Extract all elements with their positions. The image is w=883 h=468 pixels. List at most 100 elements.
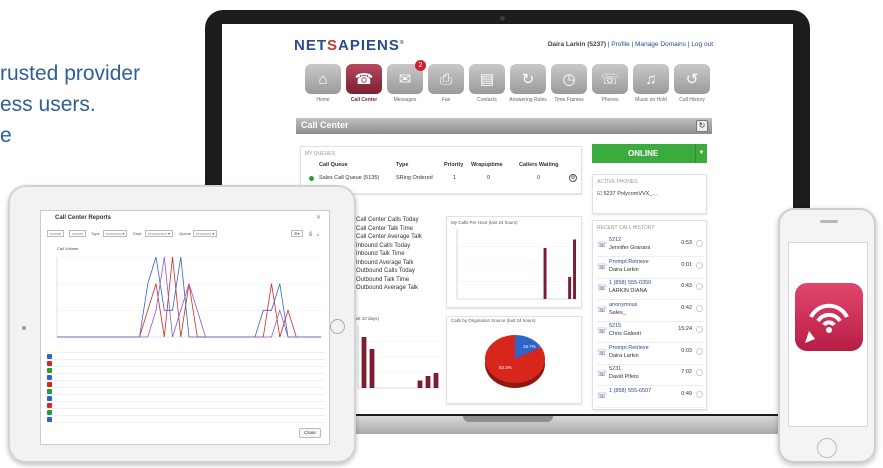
history-item[interactable]: ☏ Prompt Retrieve Daira Larkin 0:03: [597, 345, 704, 365]
origination-panel: Calls by Origination Source (last 24 hou…: [446, 316, 582, 404]
table-row[interactable]: [47, 388, 325, 395]
col-priority: Priority: [444, 162, 464, 168]
nav-item-8[interactable]: ♫ Music on Hold: [632, 64, 670, 103]
clock-icon: ◷: [562, 70, 576, 88]
table-row[interactable]: [47, 395, 325, 402]
history-number[interactable]: Prompt Retrieve: [609, 259, 649, 265]
nav-button[interactable]: ↻: [510, 64, 546, 94]
date-from-field[interactable]: ▭▭▭: [47, 230, 65, 237]
history-number[interactable]: 1 (858) 555-0350: [609, 280, 651, 286]
nav-item-0[interactable]: ⌂ Home: [304, 64, 342, 103]
download-icon[interactable]: ⤓: [317, 231, 319, 236]
refresh-button[interactable]: ↻: [696, 120, 708, 132]
online-status-button[interactable]: ONLINE ▼: [592, 144, 707, 163]
profile-link[interactable]: Profile: [611, 41, 629, 48]
netsapiens-logo[interactable]: NETSAPIENS®: [294, 37, 405, 54]
history-item[interactable]: ☏ anonymous Sales_ 0:42: [597, 302, 704, 322]
settings-icon[interactable]: ⚙▾: [291, 230, 303, 237]
stat-label: Outbound Talk Time: [356, 276, 410, 283]
history-number[interactable]: 5231: [609, 366, 621, 372]
history-name: Daira Larkin: [609, 352, 639, 359]
dept-filter-select[interactable]: ▭▭▭▭▭ ▾: [145, 230, 174, 237]
history-number[interactable]: 5215: [609, 323, 621, 329]
history-item[interactable]: ☏ Prompt Retrieve Daira Larkin 0:01: [597, 259, 704, 279]
table-row[interactable]: [47, 402, 325, 409]
online-label: ONLINE: [628, 149, 659, 158]
nav-item-4[interactable]: ▤ Contacts: [468, 64, 506, 103]
bar: [568, 276, 572, 299]
nav-button[interactable]: ♫: [633, 64, 669, 94]
nav-button[interactable]: ✉ 2: [387, 60, 426, 94]
date-to-field[interactable]: ▭▭▭: [69, 230, 87, 237]
nav-button[interactable]: ⌂: [305, 64, 341, 94]
table-row[interactable]: [47, 409, 325, 416]
checkbox-icon[interactable]: ☑: [597, 191, 602, 197]
table-row[interactable]: [47, 360, 325, 367]
table-row[interactable]: [47, 353, 325, 360]
calls-per-hour-chart: [456, 229, 577, 300]
history-item[interactable]: ☏ 1 (858) 555-6507 0:49: [597, 388, 704, 408]
call-type-icon: [47, 410, 52, 415]
nav-item-7[interactable]: ☏ Phones: [591, 64, 629, 103]
nav-button[interactable]: ☏: [592, 64, 628, 94]
history-item[interactable]: ☏ 5215 Chris Galeoti 15:24: [597, 323, 704, 343]
close-button[interactable]: Close: [299, 428, 321, 438]
history-item[interactable]: ☏ 5231 David Pifeto 7:02: [597, 366, 704, 386]
history-number[interactable]: 1 (858) 555-6507: [609, 388, 651, 394]
close-icon[interactable]: ✕: [316, 214, 321, 221]
table-row[interactable]: [47, 374, 325, 381]
stat-label: Call Center Calls Today: [356, 217, 419, 223]
print-icon[interactable]: ⎙: [309, 231, 312, 236]
history-number[interactable]: anonymous: [609, 302, 637, 308]
nav-button[interactable]: ⎙: [428, 64, 464, 94]
table-row[interactable]: [47, 367, 325, 374]
history-action-icon[interactable]: [696, 261, 703, 269]
history-action-icon[interactable]: [696, 369, 703, 376]
rules-icon: ↻: [521, 70, 535, 88]
col-callers-waiting: Callers Waiting: [519, 162, 559, 168]
history-number[interactable]: Prompt Retrieve: [609, 345, 649, 351]
chevron-down-icon[interactable]: ▼: [695, 144, 707, 163]
active-phone-row[interactable]: ☑ 5237 PolycomVVX_...: [597, 191, 657, 197]
manage-domains-link[interactable]: Manage Domains: [635, 41, 686, 48]
music-icon: ♫: [645, 70, 657, 88]
nav-button[interactable]: ▤: [469, 64, 505, 94]
history-number[interactable]: 5212: [609, 237, 621, 243]
nav-item-3[interactable]: ⎙ Fax: [427, 64, 465, 103]
history-item[interactable]: ☏ 1 (858) 555-0350 LARKIN DIANA 0:43: [597, 280, 704, 300]
nav-item-2[interactable]: ✉ 2 Messages: [386, 60, 426, 103]
history-action-icon[interactable]: [696, 304, 703, 312]
nav-item-1[interactable]: ☎ Call Center: [345, 64, 383, 103]
nav-button[interactable]: ↺: [674, 64, 710, 94]
table-header: [47, 346, 325, 353]
queue-settings-icon[interactable]: ⚙: [569, 174, 577, 182]
phone-call-icon: ☏: [597, 390, 608, 400]
history-action-icon[interactable]: [696, 283, 703, 290]
table-row[interactable]: [47, 416, 325, 423]
promo-line-2: ess users.: [0, 93, 96, 116]
logout-link[interactable]: Log out: [691, 41, 713, 48]
bar: [361, 337, 367, 388]
nav-item-5[interactable]: ↻ Answering Rules: [509, 64, 547, 103]
nav-item-9[interactable]: ↺ Call History: [673, 64, 711, 103]
bar: [417, 380, 423, 388]
phone-device: [778, 208, 876, 463]
nav-button[interactable]: ◷: [551, 64, 587, 94]
phone-home-button[interactable]: [817, 438, 837, 458]
queue-status-dot: [309, 176, 314, 181]
history-action-icon[interactable]: [696, 390, 703, 398]
bar: [573, 239, 577, 299]
nav-button[interactable]: ☎: [346, 64, 382, 94]
history-action-icon[interactable]: [696, 326, 703, 333]
tablet-home-button[interactable]: [330, 319, 345, 334]
history-action-icon[interactable]: [696, 240, 703, 247]
nav-item-6[interactable]: ◷ Time Frames: [550, 64, 588, 103]
history-item[interactable]: ☏ 5212 Jennifer Granara 0:53: [597, 237, 704, 257]
fax-icon: ⎙: [439, 70, 452, 88]
history-action-icon[interactable]: [696, 347, 703, 355]
queue-filter-select[interactable]: ▭▭▭▭ ▾: [193, 230, 218, 237]
table-row[interactable]: [47, 381, 325, 388]
type-filter-select[interactable]: ▭▭▭▭ ▾: [103, 230, 128, 237]
app-icon[interactable]: [795, 283, 863, 351]
history-duration: 0:49: [681, 390, 692, 397]
